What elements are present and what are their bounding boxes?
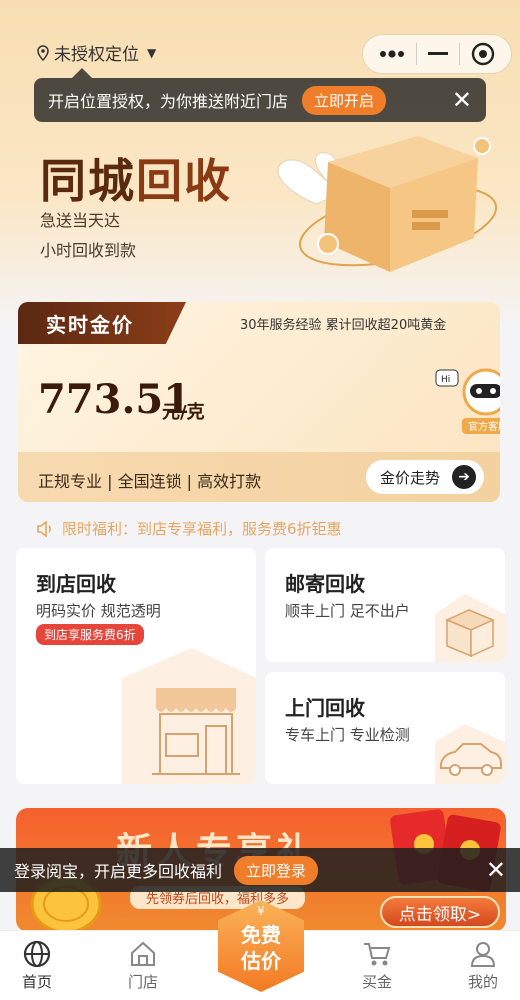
location-tip-text: 开启位置授权，为你推送附近门店: [48, 92, 289, 111]
discount-badge: 到店享服务费6折: [36, 624, 144, 645]
winged-box-illustration: [277, 136, 498, 272]
mini-program-capsule: [362, 34, 512, 74]
card-title: 到店回收: [36, 572, 116, 596]
tab-stores[interactable]: 门店: [108, 939, 178, 992]
location-permission-tip: 开启位置授权，为你推送附近门店 立即开启 ✕: [34, 68, 486, 122]
minimize-icon[interactable]: [427, 51, 448, 57]
fab-label-line-2: 估价: [241, 949, 281, 973]
gold-trend-label: 金价走势: [379, 468, 440, 487]
card-desc: 专车上门 专业检测: [285, 726, 410, 744]
hero-subtitle-1: 急送当天达: [40, 211, 121, 230]
gold-card-footer: 正规专业 | 全国连锁 | 高效打款 金价走势 ➔: [18, 452, 500, 502]
login-prompt-text: 登录阅宝，开启更多回收福利: [14, 862, 223, 881]
storefront-icon: [122, 648, 256, 784]
tab-home[interactable]: 首页: [2, 939, 72, 992]
page-title: 同城回收: [40, 145, 232, 211]
tab-label: 我的: [467, 973, 498, 991]
promo-notice-text: 限时福利：到店专享福利，服务费6折钜惠: [62, 520, 342, 538]
card-desc: 明码实价 规范透明: [36, 602, 161, 620]
location-pin-icon: [37, 44, 49, 61]
title-part-1: 同城: [40, 154, 136, 208]
close-icon[interactable]: ✕: [452, 86, 472, 114]
claim-button[interactable]: 点击领取>: [380, 896, 500, 928]
target-icon[interactable]: [471, 42, 495, 66]
tab-mine[interactable]: 我的: [448, 939, 518, 992]
card-desc: 顺丰上门 足不出户: [285, 602, 410, 620]
tab-buy-gold[interactable]: 买金: [342, 939, 412, 992]
hero-subtitle-2: 小时回收到款: [40, 241, 137, 260]
close-icon[interactable]: ✕: [486, 856, 506, 884]
enable-location-button[interactable]: 立即开启: [302, 85, 387, 115]
cart-icon: [364, 943, 391, 966]
more-dots-icon[interactable]: [379, 49, 405, 59]
location-label: 未授权定位: [54, 45, 139, 65]
gold-price-card: 实时金价 30年服务经验 累计回收超20吨黄金 773.51 元/克 Hi 官方…: [18, 302, 500, 502]
free-estimate-button[interactable]: ¥ 免费 估价: [218, 900, 304, 992]
package-icon: [435, 594, 505, 662]
car-icon: [435, 724, 505, 784]
card-title: 上门回收: [285, 696, 365, 720]
fab-label-line-1: 免费: [241, 923, 281, 947]
caret-down-icon: ▼: [147, 45, 157, 60]
capsule-divider: [415, 43, 417, 65]
capsule-divider: [459, 43, 461, 65]
home-recycle-card[interactable]: 上门回收 专车上门 专业检测: [265, 672, 505, 784]
home-icon: [131, 941, 155, 966]
mail-recycle-card[interactable]: 邮寄回收 顺丰上门 足不出户: [265, 548, 505, 662]
gold-price-unit: 元/克: [162, 402, 205, 423]
location-selector[interactable]: 未授权定位 ▼: [36, 40, 156, 65]
speaker-icon: [37, 520, 51, 537]
globe-icon: [23, 940, 51, 968]
tab-label: 门店: [127, 973, 158, 991]
card-title: 邮寄回收: [285, 572, 365, 596]
tab-label: 首页: [21, 973, 52, 991]
promo-notice[interactable]: 限时福利：到店专享福利，服务费6折钜惠: [36, 518, 342, 539]
store-recycle-card[interactable]: 到店回收 明码实价 规范透明 到店享服务费6折: [16, 548, 256, 784]
yuan-coin-icon: ¥: [257, 904, 265, 918]
login-prompt-bar: 登录阅宝，开启更多回收福利 立即登录 ✕: [0, 848, 520, 892]
user-icon: [470, 942, 496, 967]
arrow-right-icon: ➔: [452, 465, 476, 489]
robot-label-text: 官方客服: [468, 420, 500, 433]
title-part-2: 回收: [136, 154, 232, 208]
service-features: 正规专业 | 全国连锁 | 高效打款: [38, 472, 262, 491]
tab-label: 买金: [361, 973, 392, 991]
robot-hi-text: Hi: [441, 375, 450, 385]
gold-trend-button[interactable]: 金价走势 ➔: [365, 460, 484, 494]
login-button[interactable]: 立即登录: [234, 855, 319, 885]
service-experience: 30年服务经验 累计回收超20吨黄金: [240, 318, 447, 333]
gold-price-tag: 实时金价: [18, 302, 186, 344]
fab-label: 免费 估价: [218, 922, 304, 974]
robot-mascot-icon[interactable]: Hi 官方客服: [434, 358, 500, 440]
